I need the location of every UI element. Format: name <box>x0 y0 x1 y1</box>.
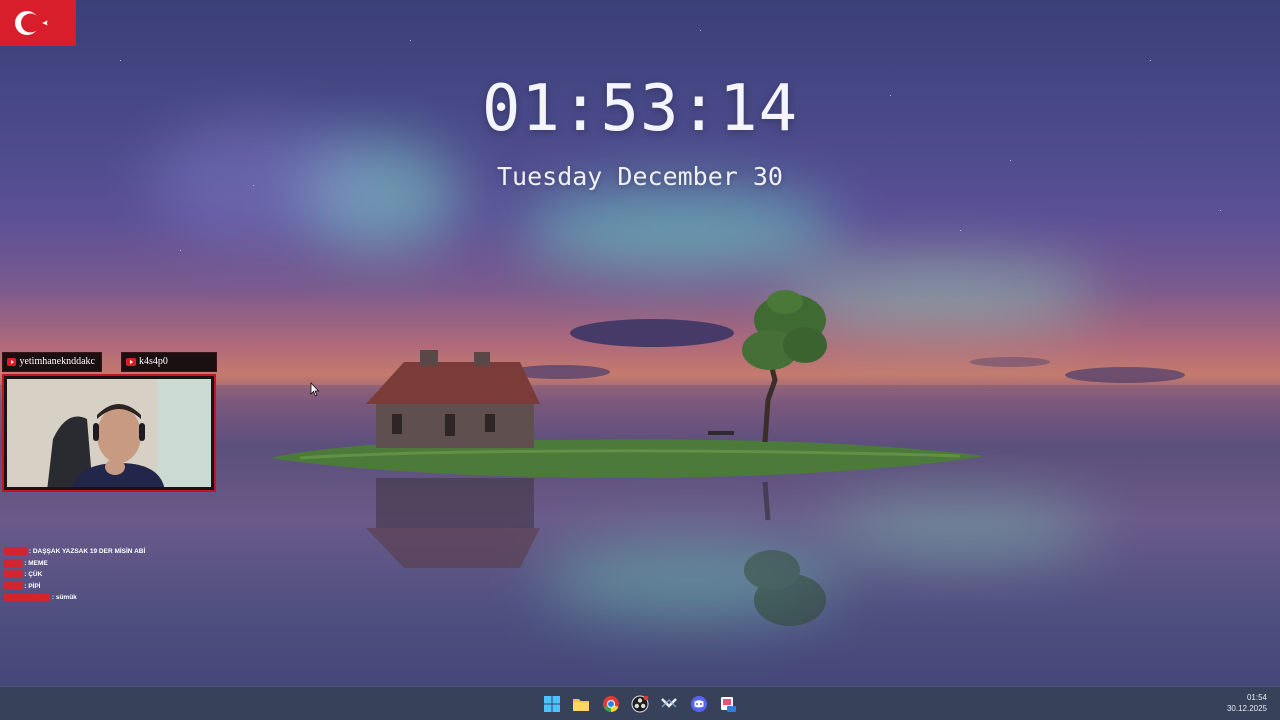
file-explorer-icon[interactable] <box>571 694 591 714</box>
chat-message: ████ : ÇÜK <box>4 571 43 578</box>
youtube-icon <box>7 358 17 366</box>
chat-username: ████ <box>4 582 23 590</box>
clock-time: 01:53:14 <box>481 72 799 146</box>
chat-username: ████ <box>4 571 23 578</box>
chat-text: DAŞŞAK YAZSAK 19 DER MİSİN ABİ <box>32 548 146 555</box>
chat-username: █████ <box>4 548 28 555</box>
house <box>366 350 540 448</box>
desktop[interactable]: 01:53:14 Tuesday December 30 yetimhanekn… <box>0 0 1280 720</box>
obs-icon[interactable] <box>630 694 650 714</box>
reflection <box>366 478 826 626</box>
start-icon[interactable] <box>542 694 562 714</box>
tray-clock-time[interactable]: 01:54 <box>1247 693 1267 702</box>
channel-name: k4s4p0 <box>139 356 168 367</box>
tray-clock-date[interactable]: 30.12.2025 <box>1227 704 1267 713</box>
stream-chat: █████ : DAŞŞAK YAZSAK 19 DER MİSİN ABİ █… <box>4 546 145 604</box>
chat-message: █████ : DAŞŞAK YAZSAK 19 DER MİSİN ABİ <box>4 548 146 555</box>
channel-chip: k4s4p0 <box>121 352 217 372</box>
chrome-icon[interactable] <box>601 694 621 714</box>
cloud <box>570 319 734 347</box>
channel-name: yetimhaneknddakc <box>19 356 95 367</box>
chat-text: sümük <box>55 594 77 601</box>
youtube-icon <box>126 358 136 366</box>
chat-text: PİPİ <box>28 582 41 590</box>
cloud <box>970 357 1050 367</box>
chat-text: MEME <box>28 559 48 567</box>
streamer-figure <box>7 379 211 487</box>
chat-username: ████ <box>4 559 23 567</box>
chat-message: ████ : MEME <box>4 559 48 567</box>
cloud <box>1065 367 1185 383</box>
clock-date: Tuesday December 30 <box>497 162 783 191</box>
chat-username: ██████████ <box>4 594 51 601</box>
steam-icon[interactable] <box>659 694 679 714</box>
webcam-overlay <box>2 374 216 492</box>
channel-chip: yetimhaneknddakc <box>2 352 102 372</box>
chat-text: ÇÜK <box>28 571 43 578</box>
mouse-pointer-icon <box>310 382 320 397</box>
snipping-tool-icon[interactable] <box>718 694 738 714</box>
chat-message: ████ : PİPİ <box>4 582 41 590</box>
bench <box>708 431 734 435</box>
chat-message: ██████████ : sümük <box>4 594 77 601</box>
turkey-flag-icon <box>0 0 76 46</box>
discord-icon[interactable] <box>689 694 709 714</box>
taskbar: 01:54 30.12.2025 <box>0 686 1280 720</box>
webcam-feed <box>7 379 211 487</box>
